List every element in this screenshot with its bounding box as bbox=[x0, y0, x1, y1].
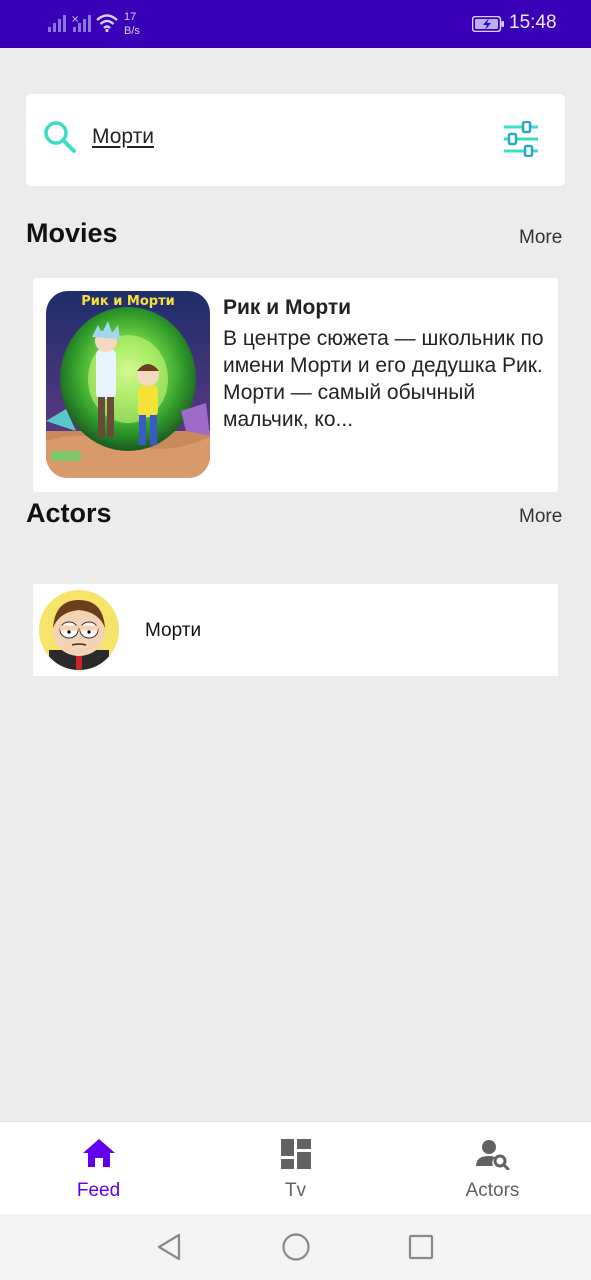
search-bar[interactable]: Морти bbox=[26, 94, 565, 186]
network-speed: 17 B/s bbox=[124, 10, 140, 38]
nav-item-tv[interactable]: Tv bbox=[197, 1122, 394, 1215]
poster-logo-text: Рик и Морти bbox=[81, 294, 174, 309]
tune-sliders-icon[interactable] bbox=[503, 121, 539, 157]
movies-section-title: Movies bbox=[26, 218, 118, 248]
home-circle-icon[interactable] bbox=[281, 1232, 311, 1262]
actors-section-title: Actors bbox=[26, 498, 112, 528]
wifi-icon bbox=[96, 14, 118, 32]
actors-more-link[interactable]: More bbox=[519, 506, 562, 528]
actor-avatar bbox=[39, 590, 119, 670]
movie-poster: Рик и Морти bbox=[46, 291, 210, 478]
network-speed-value: 17 bbox=[124, 11, 137, 23]
actor-card[interactable]: Морти bbox=[33, 584, 558, 676]
status-bar: × 17 B/s 15:48 bbox=[0, 0, 591, 48]
nav-item-feed[interactable]: Feed bbox=[0, 1122, 197, 1215]
home-icon bbox=[82, 1139, 115, 1167]
system-navigation-bar bbox=[0, 1214, 591, 1280]
movies-more-link[interactable]: More bbox=[519, 227, 562, 249]
nav-label-tv: Tv bbox=[284, 1180, 307, 1201]
network-speed-unit: B/s bbox=[124, 25, 140, 37]
nav-label-feed: Feed bbox=[76, 1180, 121, 1201]
movie-title: Рик и Морти bbox=[223, 296, 352, 319]
bottom-navigation: Feed Tv Actors bbox=[0, 1121, 591, 1214]
search-input[interactable]: Морти bbox=[92, 125, 154, 149]
nav-label-actors: Actors bbox=[465, 1180, 520, 1201]
recents-icon[interactable] bbox=[407, 1232, 435, 1262]
dashboard-icon bbox=[280, 1139, 311, 1169]
search-icon[interactable] bbox=[43, 120, 77, 154]
status-time: 15:48 bbox=[509, 12, 557, 33]
nav-item-actors[interactable]: Actors bbox=[394, 1122, 591, 1215]
actor-name: Морти bbox=[145, 620, 202, 641]
movie-card[interactable]: Рик и Морти Рик и Морти В центре сюжета … bbox=[33, 278, 558, 492]
signal-icon bbox=[48, 15, 66, 32]
back-icon[interactable] bbox=[155, 1232, 183, 1262]
signal-no-sim-icon: × bbox=[71, 14, 91, 32]
person-search-icon bbox=[475, 1140, 509, 1170]
battery-icon bbox=[472, 16, 504, 32]
movie-description: В центре сюжета — школьник по имени Морт… bbox=[223, 327, 544, 431]
